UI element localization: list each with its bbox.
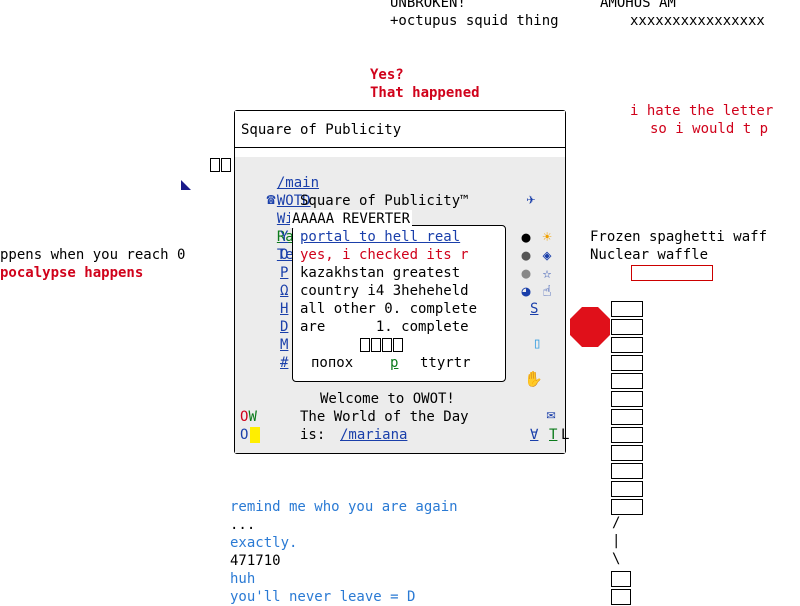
top-octopus: +octupus squid thing (390, 13, 559, 29)
nav-main-link[interactable]: /main (277, 175, 319, 191)
top-unbroken: UNBROKEN! (390, 0, 466, 11)
bottom-t[interactable]: T (549, 426, 557, 444)
side-letter-d[interactable]: D (280, 318, 288, 336)
panel-header: Square of Publicity (235, 111, 565, 148)
light-dot-icon: ● (521, 264, 531, 282)
side-letter-y[interactable]: Y (280, 228, 288, 246)
side-letter-hash[interactable]: # (280, 354, 288, 372)
reverter-box-glyphs (360, 336, 404, 354)
col-box-glyph (611, 319, 643, 335)
col-box-glyph (611, 301, 643, 317)
globe-icon: ◕ (521, 282, 531, 300)
col-bar: | (612, 533, 621, 549)
reverter-footer-right: ttyrtr (420, 355, 471, 371)
side-letter-o[interactable]: O (280, 246, 288, 264)
satellite-icon: ☎ (266, 190, 276, 208)
panel-title: Square of Publicity (241, 122, 402, 138)
rocket-icon: ✈ (526, 190, 536, 208)
scroll-icon: ✉ (546, 405, 556, 423)
top-xs: xxxxxxxxxxxxxxxx (630, 13, 765, 29)
panel-heading: Square of Publicity™ (300, 193, 469, 209)
wotd-label: The World of the Day (300, 409, 469, 425)
left-o: O (240, 427, 249, 443)
col-box-glyph (611, 391, 643, 407)
bottom-forall[interactable]: ∀ (530, 426, 538, 444)
diamond-icon: ◈ (542, 246, 552, 264)
reverter-line-5: all other 0. complete (300, 301, 478, 317)
chat-never: you'll never leave = D (230, 589, 416, 605)
reverter-footer-mid[interactable]: p (390, 354, 398, 372)
side-letter-m[interactable]: M (280, 336, 288, 354)
col-box-glyph (611, 355, 643, 371)
side-letter-omega[interactable]: Ω (280, 282, 288, 300)
star-icon: ☆ (542, 264, 552, 282)
sun-icon: ☀ (542, 228, 552, 246)
left-ow: OW (240, 409, 257, 425)
chat-dots: ... (230, 517, 256, 533)
note-hate: i hate the letter (630, 103, 774, 119)
col-backslash: \ (612, 551, 621, 567)
phone-icon: ▯ (532, 334, 542, 352)
col-box-glyph (611, 427, 643, 443)
reverter-line-2: yes, i checked its r (300, 247, 469, 263)
col-box-glyph (611, 463, 643, 479)
box-glyph-left (210, 156, 232, 174)
reverter-line-1[interactable]: portal to hell real (300, 228, 460, 246)
reverter-footer-left: попох (311, 355, 354, 371)
cursor-triangle-icon (181, 180, 191, 190)
chat-number: 471710 (230, 553, 281, 569)
wotd-link[interactable]: /mariana (340, 426, 407, 444)
col-slash: / (612, 515, 621, 531)
chat-yes: Yes? (370, 67, 404, 83)
reverter-line-6: are 1. complete (300, 319, 469, 335)
grey-dot-icon: ● (521, 246, 531, 264)
stop-sign-icon (570, 307, 610, 347)
col-box-glyph (611, 499, 643, 515)
reverter-line-3: kazakhstan greatest (300, 265, 461, 281)
pointing-hand-icon: ☝ (542, 282, 552, 300)
side-letter-p[interactable]: P (280, 264, 288, 282)
col-box-glyph (611, 481, 643, 497)
panel-s-link[interactable]: S (530, 300, 538, 318)
reverter-line-4: country i4 3heheheld (300, 283, 469, 299)
chat-happened: That happened (370, 85, 480, 101)
col-box-bottom (611, 571, 631, 587)
bottom-l: L (561, 427, 570, 443)
note-reach: ppens when you reach 0 (0, 247, 186, 263)
col-box-bottom-2 (611, 589, 631, 605)
side-letter-h[interactable]: H (280, 300, 288, 318)
hand-icon: ✋ (524, 370, 543, 388)
top-amogus: AMOHUS AM (600, 0, 676, 11)
reverter-caption: AAAAA REVERTER (290, 210, 413, 228)
frozen-line2: Nuclear waffle (590, 247, 709, 263)
note-would: so i would t p (650, 121, 769, 137)
red-box-glyphs (631, 265, 713, 281)
col-box-glyph (611, 337, 643, 353)
black-dot-icon: ● (521, 228, 531, 246)
chat-remind: remind me who you are again (230, 499, 458, 515)
chat-exactly: exactly. (230, 535, 298, 551)
chat-huh: huh (230, 571, 256, 587)
col-box-glyph (611, 409, 643, 425)
yellow-block (250, 427, 260, 443)
welcome-text: Welcome to OWOT! (320, 391, 455, 407)
frozen-line1: Frozen spaghetti waff (590, 229, 768, 245)
col-box-glyph (611, 373, 643, 389)
wotd-is: is: (300, 427, 326, 443)
col-box-glyph (611, 445, 643, 461)
note-apocalypse: pocalypse happens (0, 265, 144, 281)
